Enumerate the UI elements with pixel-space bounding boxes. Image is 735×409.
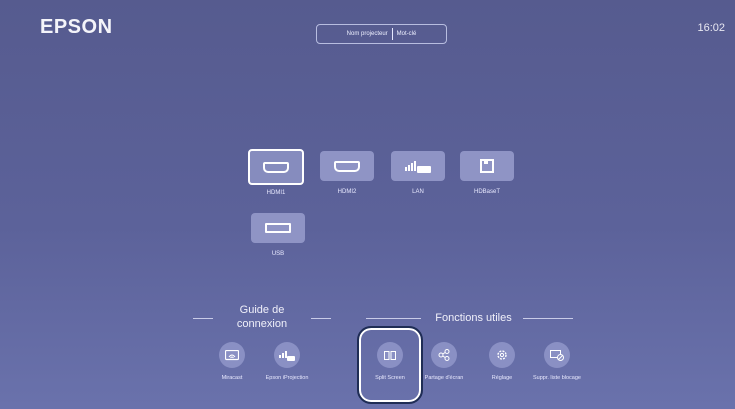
section-rule xyxy=(193,318,213,319)
miracast-icon xyxy=(219,342,245,368)
hdmi-icon xyxy=(263,161,289,173)
source-hdbaset[interactable]: HDBaseT xyxy=(457,151,517,195)
function-label: Réglage xyxy=(491,375,513,381)
source-hdmi1[interactable]: HDMI1 xyxy=(246,149,306,196)
guide-item-miracast[interactable]: Miracast xyxy=(202,342,262,382)
hdbaset-icon xyxy=(480,159,494,173)
iprojection-icon xyxy=(274,342,300,368)
source-usb[interactable]: USB xyxy=(248,213,308,257)
projector-info-bar: Nom projecteur Mot-clé xyxy=(316,24,447,44)
source-label: HDBaseT xyxy=(473,189,500,195)
source-lan[interactable]: LAN xyxy=(388,151,448,195)
function-label: Suppr. liste blocage xyxy=(532,375,581,381)
source-label: HDMI2 xyxy=(337,189,357,195)
epson-logo: EPSON xyxy=(40,16,113,38)
function-label: Partage d'écran xyxy=(424,375,464,381)
usb-icon xyxy=(265,223,291,233)
clock: 16:02 xyxy=(697,22,725,34)
split-screen-highlight xyxy=(357,326,423,404)
source-tile xyxy=(460,151,514,181)
section-rule xyxy=(523,318,573,319)
keyword-label: Mot-clé xyxy=(396,31,417,37)
section-rule xyxy=(366,318,421,319)
screen-share-icon xyxy=(431,342,457,368)
source-label: HDMI1 xyxy=(266,190,286,196)
hdmi-icon xyxy=(334,160,360,172)
function-screen-share[interactable]: Partage d'écran xyxy=(414,342,474,382)
guide-item-iprojection[interactable]: Epson iProjection xyxy=(257,342,317,382)
source-label: USB xyxy=(271,251,285,257)
function-settings[interactable]: Réglage xyxy=(472,342,532,382)
projector-name-label: Nom projecteur xyxy=(346,31,388,37)
unblock-list-icon xyxy=(544,342,570,368)
source-tile xyxy=(248,149,304,185)
functions-title: Fonctions utiles xyxy=(435,312,512,324)
guide-item-label: Miracast xyxy=(221,375,243,381)
source-tile xyxy=(320,151,374,181)
section-rule xyxy=(311,318,331,319)
source-tile xyxy=(251,213,305,243)
function-unblock-list[interactable]: Suppr. liste blocage xyxy=(527,342,587,382)
source-tile xyxy=(391,151,445,181)
settings-gear-icon xyxy=(489,342,515,368)
source-hdmi2[interactable]: HDMI2 xyxy=(317,151,377,195)
guide-item-label: Epson iProjection xyxy=(265,375,309,381)
guide-title: Guide de connexion xyxy=(236,304,288,330)
lan-icon xyxy=(405,159,431,173)
info-separator xyxy=(391,28,393,40)
source-label: LAN xyxy=(412,189,424,195)
